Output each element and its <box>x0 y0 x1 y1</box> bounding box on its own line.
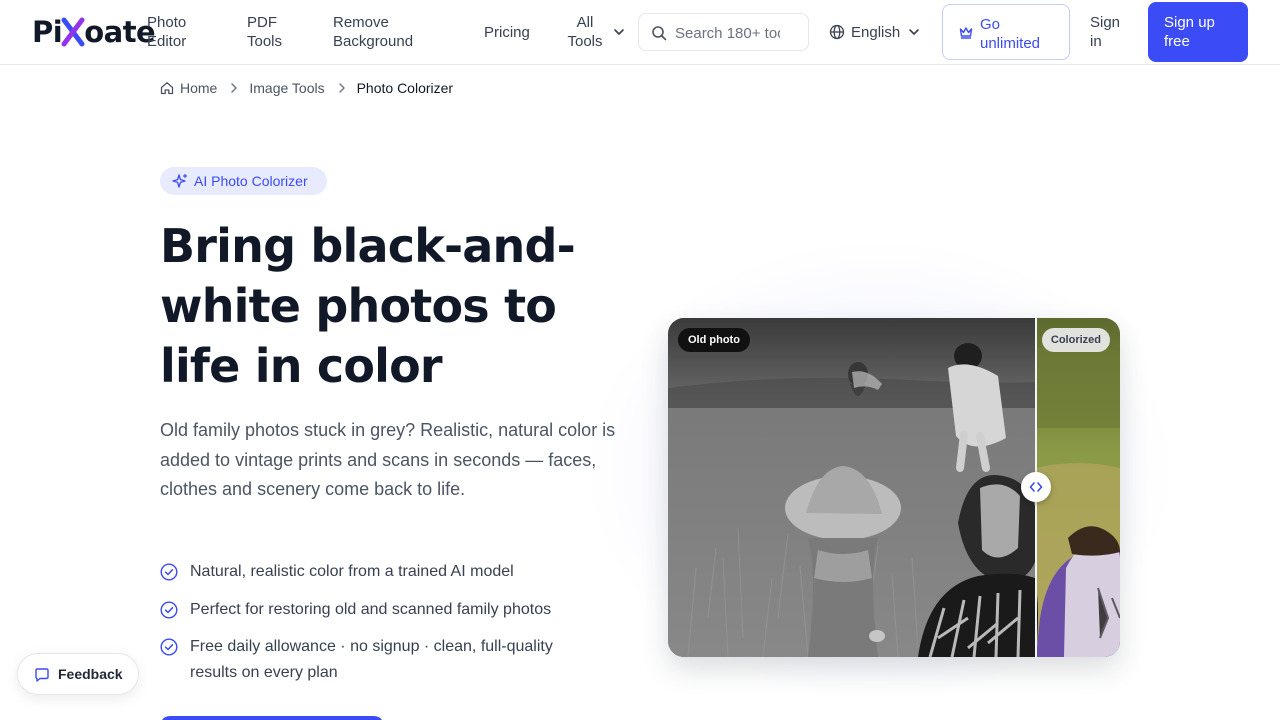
primary-cta-button[interactable] <box>160 716 384 720</box>
breadcrumb-home-label: Home <box>180 80 218 96</box>
nav-link-photo-editor[interactable]: Photo Editor <box>147 13 207 51</box>
search-input[interactable] <box>675 23 780 43</box>
feature-text: Natural, realistic color from a trained … <box>190 563 514 580</box>
feedback-button[interactable]: Feedback <box>17 653 139 695</box>
breadcrumb: Home Image Tools Photo Colorizer <box>160 78 453 98</box>
hero-description: Old family photos stuck in grey? Realist… <box>160 420 616 499</box>
home-icon <box>160 82 174 95</box>
feedback-label: Feedback <box>58 666 123 682</box>
feature-text: Free daily allowance · no signup · clean… <box>190 638 553 681</box>
check-circle-icon <box>160 638 178 656</box>
feature-badge: AI Photo Colorizer <box>160 167 327 195</box>
feature-item: Free daily allowance · no signup · clean… <box>160 634 600 686</box>
top-navbar: Pi oate Photo Editor PDF Tools Remove Ba… <box>0 0 1280 65</box>
logo-text-start: Pi <box>32 15 63 49</box>
sign-up-label: Sign up free <box>1164 14 1215 50</box>
feature-badge-label: AI Photo Colorizer <box>194 173 308 189</box>
feature-item: Natural, realistic color from a trained … <box>160 559 600 585</box>
search-box[interactable] <box>638 13 809 51</box>
nav-link-remove-background[interactable]: Remove Background <box>333 13 428 51</box>
breadcrumb-current: Photo Colorizer <box>356 80 454 96</box>
message-icon <box>35 668 49 682</box>
crown-icon <box>959 27 973 39</box>
before-after-comparison[interactable]: Old photo Colorized <box>668 318 1120 657</box>
comparison-slider-handle[interactable] <box>1021 472 1051 502</box>
chevron-right-icon <box>229 82 239 94</box>
nav-link-pdf-tools[interactable]: PDF Tools <box>247 13 297 51</box>
nav-link-all-tools[interactable]: All Tools <box>565 13 605 51</box>
go-unlimited-label: Go unlimited <box>980 16 1041 52</box>
sign-up-button[interactable]: Sign up free <box>1148 2 1248 62</box>
logo-text-end: oate <box>84 15 156 49</box>
go-unlimited-button[interactable]: Go unlimited <box>942 4 1070 60</box>
feature-item: Perfect for restoring old and scanned fa… <box>160 597 600 623</box>
logo[interactable]: Pi oate <box>32 13 156 51</box>
globe-icon <box>829 24 845 40</box>
breadcrumb-home[interactable]: Home <box>160 80 217 96</box>
chevron-down-icon <box>909 29 920 35</box>
language-selector[interactable]: English <box>829 22 920 42</box>
check-circle-icon <box>160 563 178 581</box>
language-label: English <box>851 23 901 41</box>
chevrons-left-right-icon <box>1029 482 1043 492</box>
comparison-photo <box>668 318 1120 657</box>
feature-text: Perfect for restoring old and scanned fa… <box>190 601 552 618</box>
chevron-down-icon[interactable] <box>613 27 625 37</box>
chevron-right-icon <box>337 82 347 94</box>
search-icon <box>652 26 667 41</box>
after-label: Colorized <box>1041 328 1110 352</box>
logo-x-mark-icon <box>61 17 85 47</box>
sign-in-link[interactable]: Sign in <box>1090 13 1134 51</box>
check-circle-icon <box>160 601 178 619</box>
sparkle-icon <box>172 173 188 188</box>
breadcrumb-image-tools[interactable]: Image Tools <box>249 80 324 96</box>
nav-link-pricing[interactable]: Pricing <box>484 23 530 42</box>
before-label: Old photo <box>678 328 750 352</box>
